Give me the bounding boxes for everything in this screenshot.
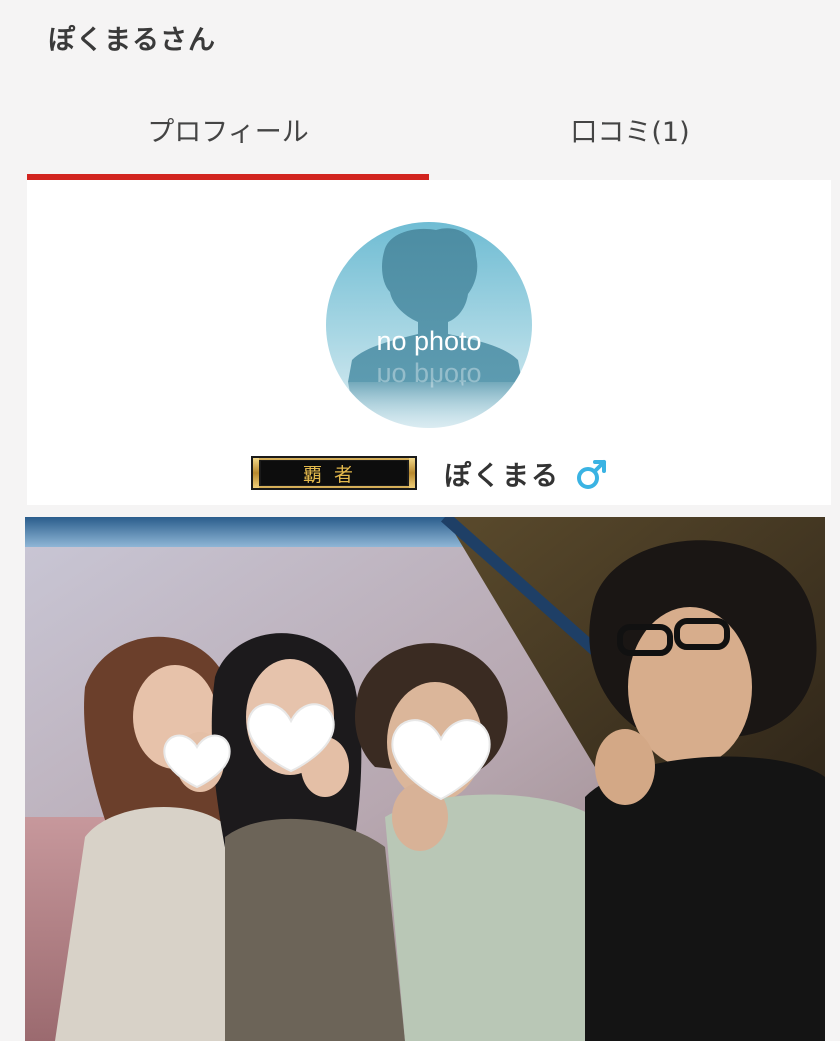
tab-bar: プロフィール 口コミ(1) xyxy=(27,78,831,180)
page-title: ぽくまるさん xyxy=(48,25,216,56)
profile-card: no photo no photo 覇者 ぽくまる xyxy=(27,180,831,505)
avatar-text-reflection: no photo xyxy=(376,362,481,392)
no-photo-placeholder-icon: no photo no photo xyxy=(326,222,532,428)
rank-badge-text: 覇者 xyxy=(303,464,365,486)
name-row: 覇者 ぽくまる xyxy=(27,446,831,496)
user-name: ぽくまる xyxy=(444,461,560,492)
tab-reviews-label: 口コミ(1) xyxy=(570,116,690,148)
tab-profile-label: プロフィール xyxy=(147,116,309,148)
tab-reviews[interactable]: 口コミ(1) xyxy=(429,78,831,180)
page-header: ぽくまるさん xyxy=(0,0,840,78)
avatar[interactable]: no photo no photo xyxy=(326,222,532,428)
group-photo-image xyxy=(25,517,825,1041)
rank-badge-icon: 覇者 xyxy=(251,456,417,490)
profile-photo[interactable] xyxy=(25,517,825,1041)
tab-profile[interactable]: プロフィール xyxy=(27,78,429,180)
male-symbol-icon xyxy=(577,460,606,489)
avatar-text: no photo xyxy=(376,326,481,356)
